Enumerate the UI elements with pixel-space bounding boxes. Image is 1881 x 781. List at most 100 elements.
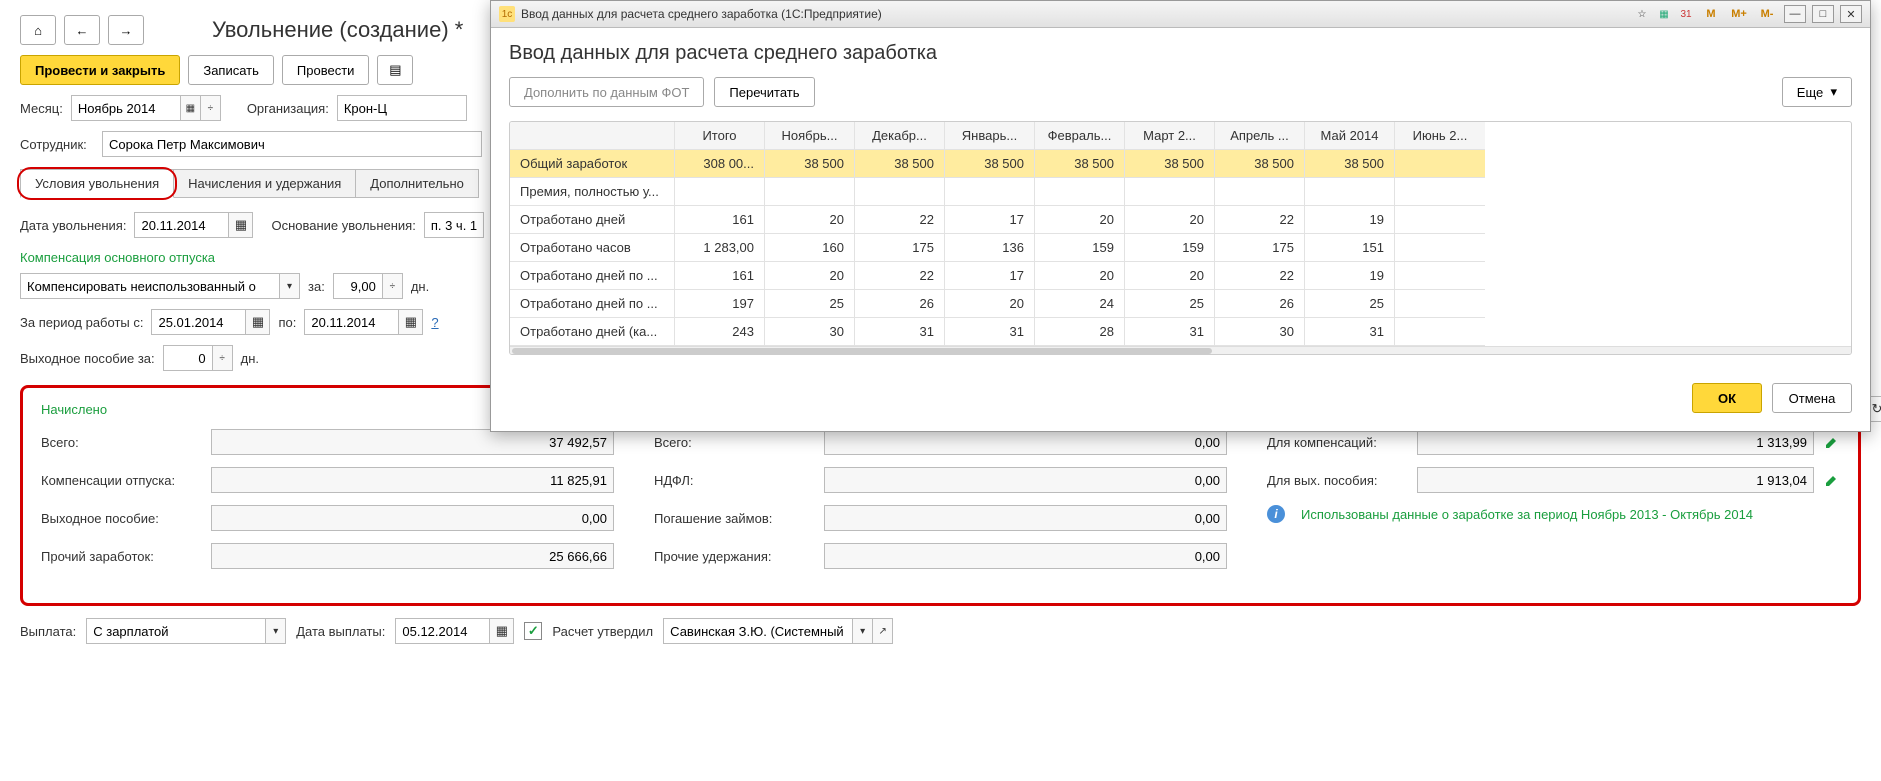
data-cell[interactable]: 25 <box>1125 290 1215 318</box>
data-cell[interactable]: 22 <box>855 262 945 290</box>
m-plus-button[interactable]: M+ <box>1728 5 1750 23</box>
minimize-button[interactable]: — <box>1784 5 1806 23</box>
data-cell[interactable]: 19 <box>1305 262 1395 290</box>
data-cell[interactable]: 20 <box>1035 206 1125 234</box>
data-cell[interactable]: 160 <box>765 234 855 262</box>
fire-date-input[interactable] <box>134 212 229 238</box>
calendar-icon[interactable]: ▦ <box>490 618 514 644</box>
data-cell[interactable]: 38 500 <box>1305 150 1395 178</box>
ok-button[interactable]: ОК <box>1692 383 1762 413</box>
save-button[interactable]: Записать <box>188 55 274 85</box>
data-cell[interactable] <box>1395 150 1485 178</box>
data-cell[interactable]: 30 <box>1215 318 1305 346</box>
extra-action-button[interactable]: ▤ <box>377 55 413 85</box>
data-cell[interactable]: 28 <box>1035 318 1125 346</box>
column-header[interactable]: Итого <box>675 122 765 150</box>
data-cell[interactable]: 159 <box>1125 234 1215 262</box>
data-cell[interactable]: 20 <box>945 290 1035 318</box>
data-cell[interactable]: 308 00... <box>675 150 765 178</box>
tab-additional[interactable]: Дополнительно <box>355 169 479 198</box>
data-cell[interactable]: 31 <box>1125 318 1215 346</box>
data-cell[interactable]: 1 283,00 <box>675 234 765 262</box>
data-cell[interactable]: 20 <box>1125 206 1215 234</box>
more-button[interactable]: Еще ▾ <box>1782 77 1852 107</box>
data-cell[interactable]: 159 <box>1035 234 1125 262</box>
m-button[interactable]: M <box>1700 5 1722 23</box>
data-cell[interactable]: 20 <box>765 206 855 234</box>
cancel-button[interactable]: Отмена <box>1772 383 1852 413</box>
column-header[interactable]: Декабр... <box>855 122 945 150</box>
payout-select[interactable] <box>86 618 266 644</box>
dropdown-icon[interactable]: ▾ <box>853 618 873 644</box>
paydate-input[interactable] <box>395 618 490 644</box>
severance-days-input[interactable] <box>163 345 213 371</box>
spinner-icon[interactable]: ÷ <box>213 345 233 371</box>
maximize-button[interactable]: □ <box>1812 5 1834 23</box>
data-cell[interactable]: 31 <box>855 318 945 346</box>
data-cell[interactable]: 25 <box>765 290 855 318</box>
data-cell[interactable] <box>1035 178 1125 206</box>
employee-input[interactable] <box>102 131 482 157</box>
data-cell[interactable]: 243 <box>675 318 765 346</box>
data-cell[interactable]: 197 <box>675 290 765 318</box>
calendar-icon[interactable]: ▦ <box>246 309 270 335</box>
pencil-icon[interactable] <box>1824 434 1840 450</box>
data-cell[interactable]: 175 <box>855 234 945 262</box>
table-row[interactable]: Отработано дней по ...19725262024252625 <box>510 290 1851 318</box>
data-cell[interactable]: 38 500 <box>1125 150 1215 178</box>
calendar-icon[interactable]: ▦ <box>399 309 423 335</box>
data-cell[interactable]: 24 <box>1035 290 1125 318</box>
data-cell[interactable]: 20 <box>765 262 855 290</box>
post-close-button[interactable]: Провести и закрыть <box>20 55 180 85</box>
table-row[interactable]: Отработано часов1 283,001601751361591591… <box>510 234 1851 262</box>
data-cell[interactable]: 161 <box>675 206 765 234</box>
column-header[interactable]: Апрель ... <box>1215 122 1305 150</box>
table-row[interactable]: Отработано дней16120221720202219 <box>510 206 1851 234</box>
column-header[interactable]: Май 2014 <box>1305 122 1395 150</box>
data-cell[interactable] <box>1395 262 1485 290</box>
data-cell[interactable]: 22 <box>855 206 945 234</box>
table-row[interactable]: Общий заработок308 00...38 50038 50038 5… <box>510 150 1851 178</box>
forward-button[interactable]: → <box>108 15 144 45</box>
dialog-titlebar[interactable]: 1c Ввод данных для расчета среднего зара… <box>491 1 1870 28</box>
calc-icon[interactable]: ▦ <box>1656 6 1672 22</box>
month-spinner-icon[interactable]: ÷ <box>201 95 221 121</box>
data-cell[interactable]: 38 500 <box>1035 150 1125 178</box>
data-cell[interactable] <box>1395 178 1485 206</box>
spinner-icon[interactable]: ÷ <box>383 273 403 299</box>
approved-checkbox[interactable]: ✓ <box>524 622 542 640</box>
data-cell[interactable] <box>1305 178 1395 206</box>
data-cell[interactable]: 22 <box>1215 262 1305 290</box>
data-cell[interactable]: 25 <box>1305 290 1395 318</box>
table-row[interactable]: Отработано дней (ка...24330313128313031 <box>510 318 1851 346</box>
month-picker-icon[interactable]: ▦ <box>181 95 201 121</box>
calendar-icon[interactable]: ▦ <box>229 212 253 238</box>
data-cell[interactable]: 17 <box>945 206 1035 234</box>
data-cell[interactable] <box>765 178 855 206</box>
reason-input[interactable] <box>424 212 484 238</box>
data-cell[interactable]: 38 500 <box>855 150 945 178</box>
data-cell[interactable]: 30 <box>765 318 855 346</box>
data-cell[interactable]: 161 <box>675 262 765 290</box>
pencil-icon[interactable] <box>1824 472 1840 488</box>
data-cell[interactable]: 31 <box>945 318 1035 346</box>
data-cell[interactable]: 20 <box>1125 262 1215 290</box>
data-cell[interactable]: 175 <box>1215 234 1305 262</box>
org-input[interactable] <box>337 95 467 121</box>
data-cell[interactable]: 19 <box>1305 206 1395 234</box>
calendar31-icon[interactable]: 31 <box>1678 6 1694 22</box>
horizontal-scrollbar[interactable] <box>510 346 1851 354</box>
column-header[interactable]: Январь... <box>945 122 1035 150</box>
column-header[interactable]: Июнь 2... <box>1395 122 1485 150</box>
data-cell[interactable]: 26 <box>1215 290 1305 318</box>
data-cell[interactable]: 26 <box>855 290 945 318</box>
period-from-input[interactable] <box>151 309 246 335</box>
data-cell[interactable] <box>1395 290 1485 318</box>
earnings-grid[interactable]: ИтогоНоябрь...Декабр...Январь...Февраль.… <box>509 121 1852 355</box>
data-cell[interactable]: 151 <box>1305 234 1395 262</box>
data-cell[interactable]: 38 500 <box>1215 150 1305 178</box>
column-header[interactable]: Ноябрь... <box>765 122 855 150</box>
back-button[interactable]: ← <box>64 15 100 45</box>
comp-type-select[interactable] <box>20 273 280 299</box>
data-cell[interactable]: 136 <box>945 234 1035 262</box>
